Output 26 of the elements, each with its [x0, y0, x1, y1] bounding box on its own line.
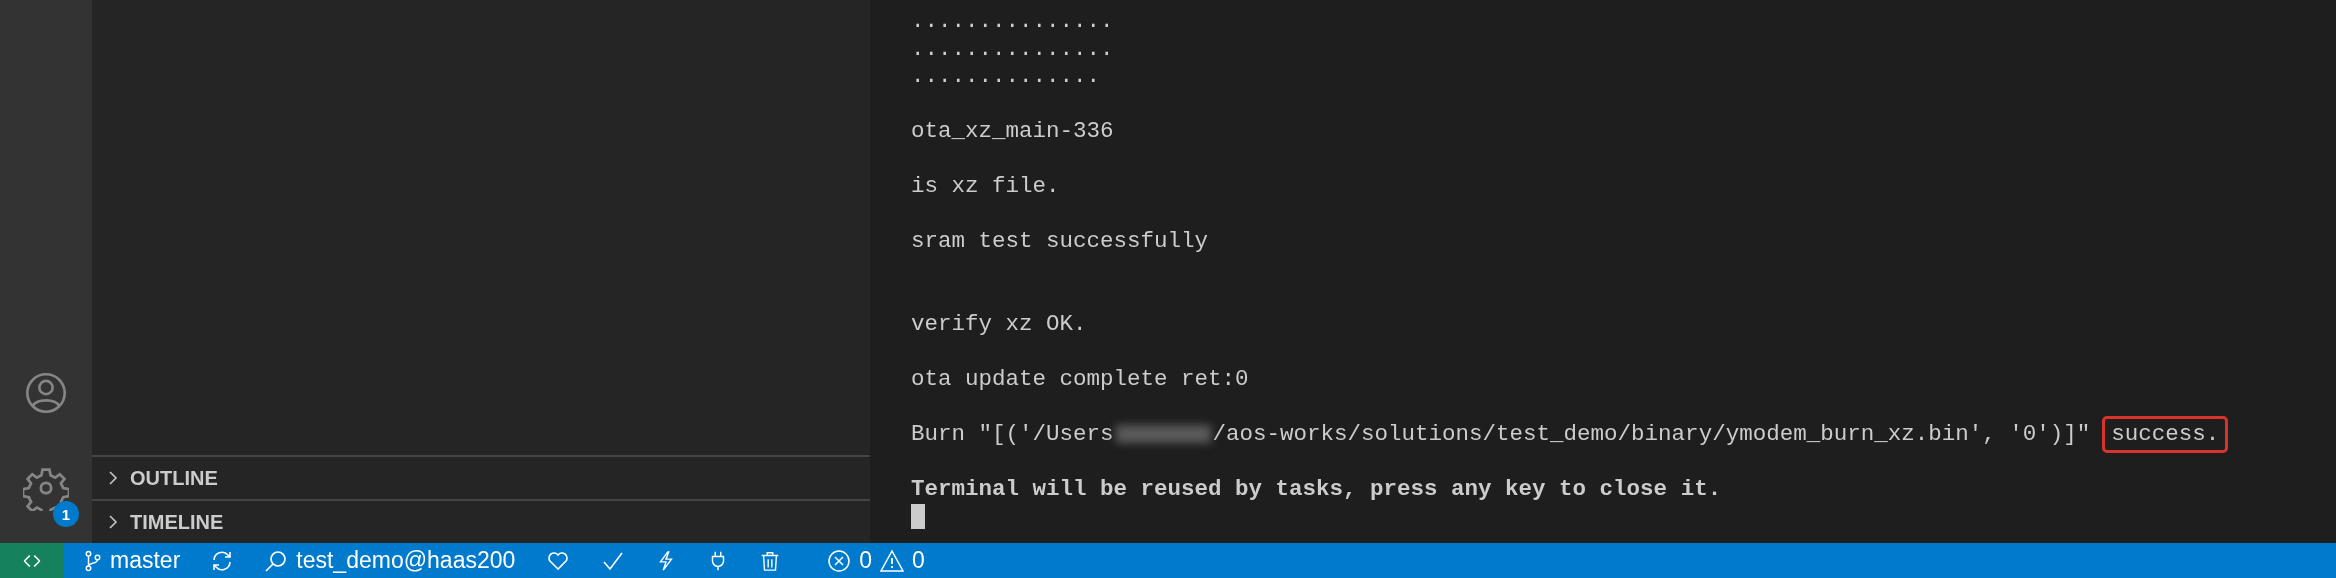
device-button[interactable]: test_demo@haas200	[264, 547, 516, 574]
highlighted-text: success.	[2102, 415, 2229, 453]
terminal-line: verify xz OK.	[911, 310, 1088, 338]
branch-button[interactable]: master	[84, 547, 181, 574]
terminal-line: is xz file.	[911, 173, 1061, 201]
terminal-line: ..............	[911, 63, 1102, 91]
terminal-line: Terminal will be reused by tasks, press any key to close it.	[911, 475, 1723, 503]
notification-badge: 1	[53, 501, 79, 527]
terminal-line: ota update complete ret:0	[911, 365, 1250, 393]
warning-icon	[880, 548, 905, 573]
account-icon[interactable]	[24, 371, 68, 415]
search-icon	[264, 548, 289, 573]
settings-icon[interactable]	[23, 465, 69, 511]
terminal-line: sram test successfully	[911, 228, 1210, 256]
chevron-icon	[108, 514, 118, 530]
error-icon	[827, 548, 852, 573]
chevron-icon	[108, 470, 118, 486]
section-header[interactable]: OUTLINE	[92, 455, 870, 499]
terminal-line: /aos-works/solutions/test_demo/binary/ymodem_burn_xz.bin', '0')]"	[1212, 420, 2091, 448]
terminal-line: ...............	[911, 8, 1115, 36]
terminal-line: Burn "[('/Users	[911, 420, 1114, 448]
branch-icon	[84, 548, 102, 573]
terminal-line: ...............	[911, 35, 1115, 63]
terminal-cursor	[911, 504, 925, 530]
problems-button[interactable]: 0 0	[827, 547, 925, 574]
terminal-line: ota_xz_main-336	[911, 118, 1115, 146]
